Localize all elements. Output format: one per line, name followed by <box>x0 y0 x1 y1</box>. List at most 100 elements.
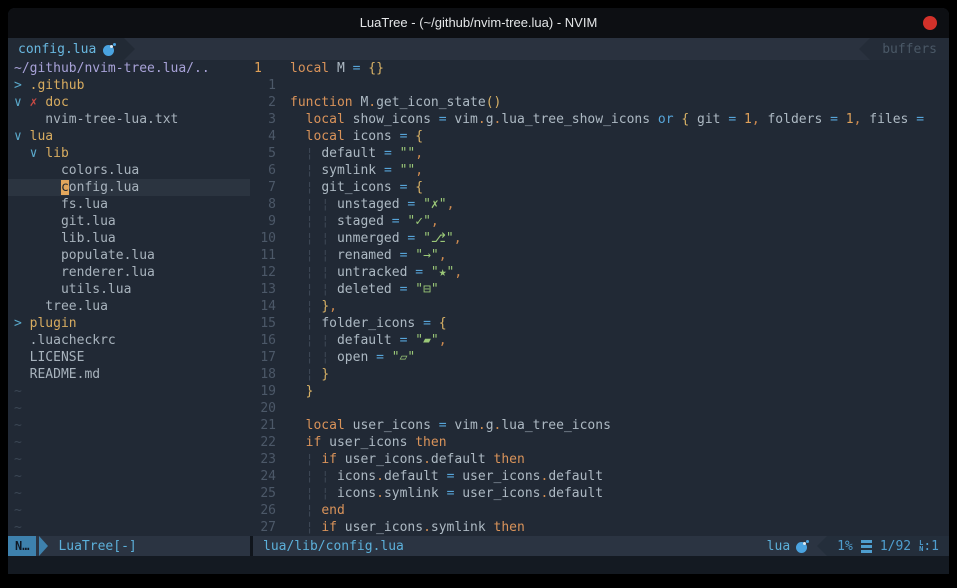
tree-row[interactable]: .luacheckrc <box>8 332 250 349</box>
lua-icon <box>796 540 809 553</box>
empty-buffer-line: ~ <box>8 451 250 468</box>
code-line[interactable]: 27 ¦ if user_icons.symlink then <box>250 519 949 536</box>
code-line[interactable]: 3 local show_icons = vim.g.lua_tree_show… <box>250 111 949 128</box>
line-number: 3 <box>254 111 276 128</box>
line-number: 11 <box>254 247 276 264</box>
code-line[interactable]: 6 ¦ symlink = "", <box>250 162 949 179</box>
filetype-label: lua <box>767 539 790 554</box>
code-line[interactable]: 18 ¦ } <box>250 366 949 383</box>
code-line[interactable]: 16 ¦ ¦ default = "▰", <box>250 332 949 349</box>
code-line[interactable]: 10 ¦ ¦ unmerged = "⎇", <box>250 230 949 247</box>
line-number: 13 <box>254 281 276 298</box>
line-number: 8 <box>254 196 276 213</box>
lines-icon <box>861 545 872 548</box>
tree-row[interactable]: > plugin <box>8 315 250 332</box>
empty-buffer-line: ~ <box>8 400 250 417</box>
tree-window-label: LuaTree[-] <box>48 539 136 554</box>
line-number: 23 <box>254 451 276 468</box>
lua-icon <box>103 43 116 56</box>
buffers-label[interactable]: buffers <box>870 38 949 60</box>
nvim-terminal-window: LuaTree - (~/github/nvim-tree.lua) - NVI… <box>8 8 949 574</box>
scroll-percent-label: 1% <box>837 539 853 554</box>
empty-buffer-line: ~ <box>8 502 250 519</box>
code-line[interactable]: 5 ¦ default = "", <box>250 145 949 162</box>
tree-row[interactable]: fs.lua <box>8 196 250 213</box>
code-line[interactable]: 13 ¦ ¦ deleted = "⊟" <box>250 281 949 298</box>
empty-buffer-line: ~ <box>8 468 250 485</box>
tree-row[interactable]: renderer.lua <box>8 264 250 281</box>
empty-buffer-line: ~ <box>8 519 250 536</box>
close-icon[interactable] <box>923 16 937 30</box>
line-number: 1 <box>254 60 276 77</box>
titlebar: LuaTree - (~/github/nvim-tree.lua) - NVI… <box>8 8 949 38</box>
line-number: 25 <box>254 485 276 502</box>
statusline-file-path: lua/lib/config.lua <box>253 539 404 554</box>
command-line[interactable] <box>8 556 949 574</box>
line-number: 26 <box>254 502 276 519</box>
mode-badge: N… <box>8 536 36 556</box>
tree-row[interactable]: nvim-tree-lua.txt <box>8 111 250 128</box>
line-number: 18 <box>254 366 276 383</box>
line-number: 9 <box>254 213 276 230</box>
code-line[interactable]: 11 ¦ ¦ renamed = "→", <box>250 247 949 264</box>
code-line[interactable]: 1local M = {} <box>250 60 949 77</box>
code-line[interactable]: 2function M.get_icon_state() <box>250 94 949 111</box>
code-line[interactable]: 12 ¦ ¦ untracked = "★", <box>250 264 949 281</box>
code-line[interactable]: 17 ¦ ¦ open = "▱" <box>250 349 949 366</box>
code-line[interactable]: 1 <box>250 77 949 94</box>
line-number: 19 <box>254 383 276 400</box>
code-line[interactable]: 23 ¦ if user_icons.default then <box>250 451 949 468</box>
tab-label: config.lua <box>18 42 96 57</box>
tree-row[interactable]: colors.lua <box>8 162 250 179</box>
line-number: 5 <box>254 145 276 162</box>
code-line[interactable]: 25 ¦ ¦ icons.symlink = user_icons.defaul… <box>250 485 949 502</box>
line-number: 1 <box>254 77 276 94</box>
tabline: config.lua buffers <box>8 38 949 60</box>
position-segment: 1% 1/92 L N :1 <box>827 536 949 556</box>
code-line[interactable]: 8 ¦ ¦ unstaged = "✗", <box>250 196 949 213</box>
line-number: 20 <box>254 400 276 417</box>
code-line[interactable]: 21 local user_icons = vim.g.lua_tree_ico… <box>250 417 949 434</box>
tree-row[interactable]: README.md <box>8 366 250 383</box>
tree-row[interactable]: populate.lua <box>8 247 250 264</box>
tree-row[interactable]: ∨ lua <box>8 128 250 145</box>
tree-row[interactable]: lib.lua <box>8 230 250 247</box>
line-position-label: 1/92 <box>880 539 911 554</box>
line-number: 6 <box>254 162 276 179</box>
code-line[interactable]: 20 <box>250 400 949 417</box>
editor-statusline: lua/lib/config.lua lua 1% 1/92 L N :1 <box>253 536 949 556</box>
tree-root-path[interactable]: ~/github/nvim-tree.lua/.. <box>8 60 250 77</box>
powerline-arrow-icon <box>817 536 827 556</box>
code-line[interactable]: 9 ¦ ¦ staged = "✓", <box>250 213 949 230</box>
code-line[interactable]: 26 ¦ end <box>250 502 949 519</box>
powerline-arrow-icon <box>859 38 870 60</box>
line-number: 12 <box>254 264 276 281</box>
empty-buffer-line: ~ <box>8 383 250 400</box>
line-number: 7 <box>254 179 276 196</box>
window-title: LuaTree - (~/github/nvim-tree.lua) - NVI… <box>8 8 949 38</box>
code-line[interactable]: 4 local icons = { <box>250 128 949 145</box>
tree-statusline: N… LuaTree[-] <box>8 536 250 556</box>
code-line[interactable]: 24 ¦ ¦ icons.default = user_icons.defaul… <box>250 468 949 485</box>
tree-row[interactable]: config.lua <box>8 179 250 196</box>
code-line[interactable]: 7 ¦ git_icons = { <box>250 179 949 196</box>
line-number: 24 <box>254 468 276 485</box>
code-editor[interactable]: 1local M = {}12function M.get_icon_state… <box>250 60 949 536</box>
line-number: 22 <box>254 434 276 451</box>
tree-row[interactable]: utils.lua <box>8 281 250 298</box>
tree-row[interactable]: git.lua <box>8 213 250 230</box>
code-line[interactable]: 15 ¦ folder_icons = { <box>250 315 949 332</box>
empty-buffer-line: ~ <box>8 417 250 434</box>
file-tree[interactable]: ~/github/nvim-tree.lua/..> .github∨ ✗ do… <box>8 60 250 536</box>
empty-buffer-line: ~ <box>8 434 250 451</box>
tree-row[interactable]: LICENSE <box>8 349 250 366</box>
tab-config-lua[interactable]: config.lua <box>8 38 124 60</box>
code-line[interactable]: 22 if user_icons then <box>250 434 949 451</box>
tree-row[interactable]: ∨ lib <box>8 145 250 162</box>
code-line[interactable]: 19 } <box>250 383 949 400</box>
tree-row[interactable]: > .github <box>8 77 250 94</box>
code-line[interactable]: 14 ¦ }, <box>250 298 949 315</box>
empty-buffer-line: ~ <box>8 485 250 502</box>
tree-row[interactable]: ∨ ✗ doc <box>8 94 250 111</box>
tree-row[interactable]: tree.lua <box>8 298 250 315</box>
